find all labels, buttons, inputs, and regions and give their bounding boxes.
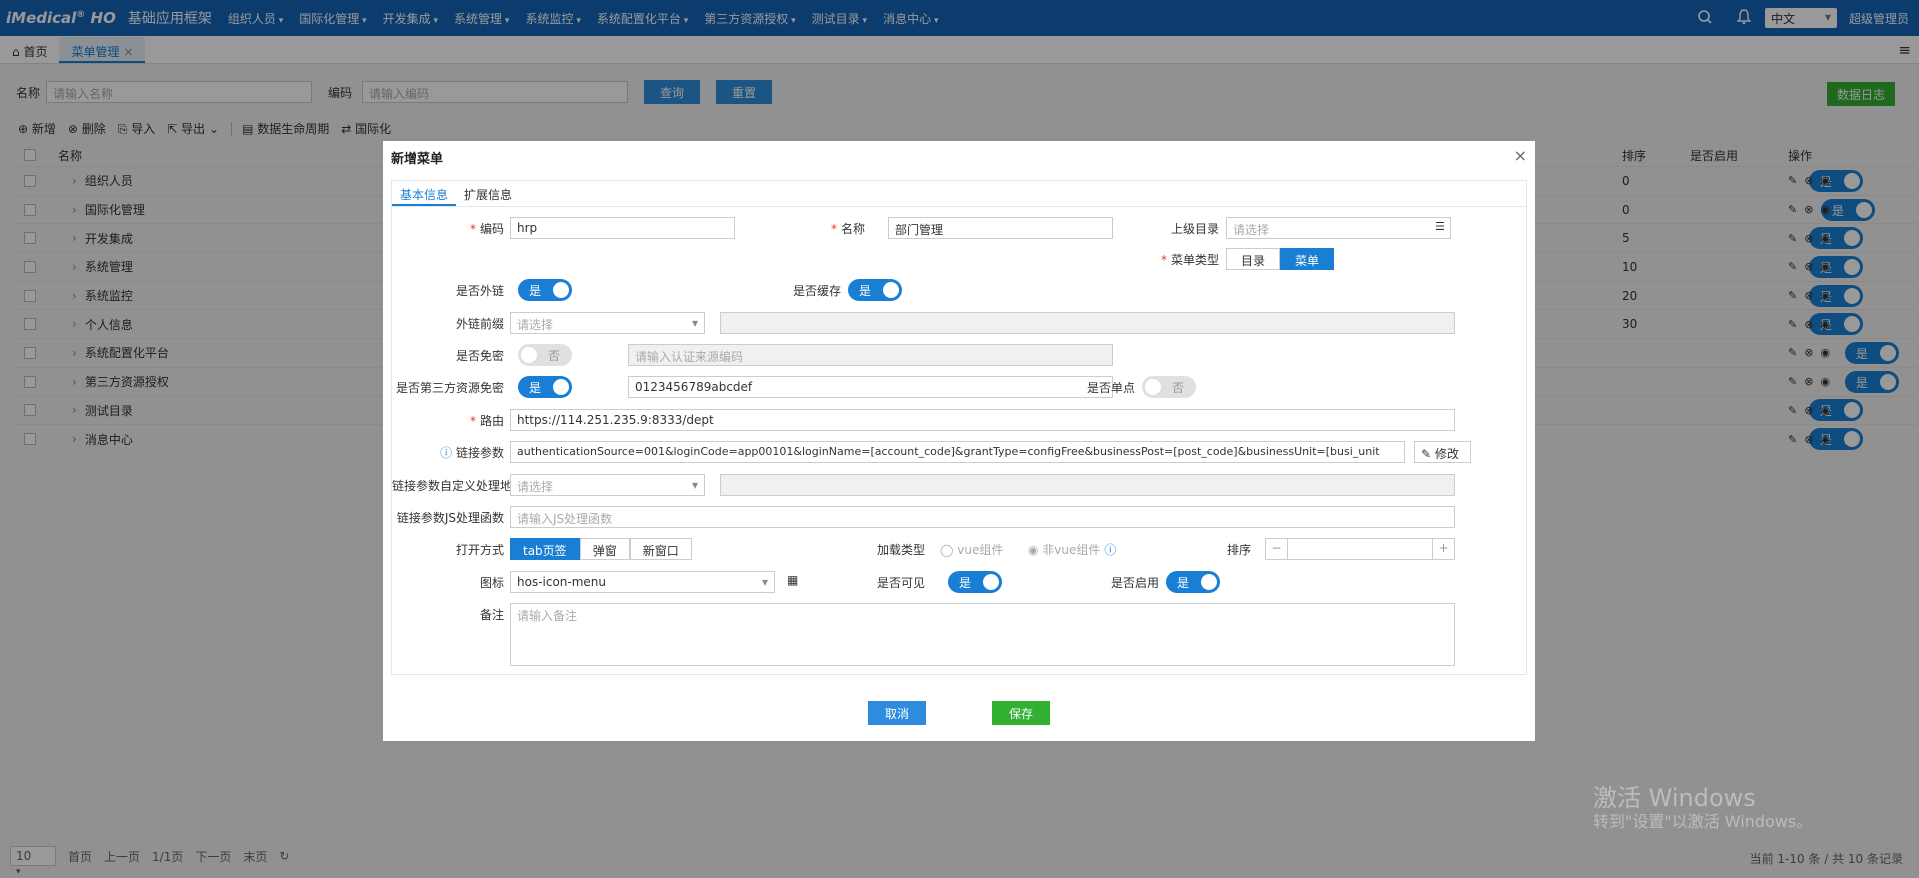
dialog-body: 基本信息 扩展信息 * 编码 hrp * 名称 部门管理 上级目录 请选择 ☰ * 菜…	[391, 180, 1527, 675]
dialog-footer: 取消 保存	[383, 701, 1535, 725]
menu-type-group: 目录 菜单	[1226, 248, 1335, 270]
enabled-toggle[interactable]: 是	[1166, 571, 1220, 593]
link-params-label: ⓘ 链接参数	[440, 446, 504, 460]
link-js-input[interactable]: 请输入JS处理函数	[510, 506, 1455, 528]
is-nologin-toggle[interactable]: 否	[518, 344, 572, 366]
icon-label: 图标	[479, 576, 504, 590]
open-mode-new-window[interactable]: 新窗口	[629, 538, 692, 560]
single-point-label: 是否单点	[1086, 381, 1135, 395]
sort-stepper[interactable]: − +	[1265, 538, 1455, 560]
tab-basic-info[interactable]: 基本信息	[392, 181, 457, 206]
remark-label: 备注	[479, 608, 504, 622]
code-label: * 编码	[469, 222, 504, 236]
menu-type-menu[interactable]: 菜单	[1280, 248, 1335, 270]
menu-type-directory[interactable]: 目录	[1226, 248, 1281, 270]
is-nologin-label: 是否免密	[455, 349, 504, 363]
parent-directory-select[interactable]: 请选择	[1226, 217, 1451, 239]
link-custom-select[interactable]: 请选择	[510, 474, 705, 496]
is-external-toggle[interactable]: 是	[518, 279, 572, 301]
third-party-toggle[interactable]: 是	[518, 376, 572, 398]
parent-label: 上级目录	[1170, 222, 1219, 236]
is-external-label: 是否外链	[455, 284, 504, 298]
minus-button[interactable]: −	[1266, 539, 1288, 559]
link-js-label: 链接参数JS处理函数	[396, 511, 504, 525]
tab-extended-info[interactable]: 扩展信息	[456, 181, 520, 206]
close-icon[interactable]: ×	[1514, 146, 1527, 165]
link-params-input[interactable]: authenticationSource=001&loginCode=app00…	[510, 441, 1405, 463]
remark-textarea[interactable]: 请输入备注	[510, 603, 1455, 666]
menu-type-label: * 菜单类型	[1160, 253, 1219, 267]
code-input[interactable]: hrp	[510, 217, 735, 239]
visible-label: 是否可见	[876, 576, 925, 590]
third-party-label: 是否第三方资源免密	[395, 381, 504, 395]
help-icon[interactable]: ⓘ	[440, 446, 452, 460]
route-label: * 路由	[469, 414, 504, 428]
is-cache-toggle[interactable]: 是	[848, 279, 902, 301]
tree-icon: ☰	[1435, 220, 1445, 233]
visible-toggle[interactable]: 是	[948, 571, 1002, 593]
open-mode-group: tab页签 弹窗 新窗口	[510, 538, 692, 560]
route-input[interactable]: https://114.251.235.9:8333/dept	[510, 409, 1455, 431]
add-menu-dialog: 新增菜单 × 基本信息 扩展信息 * 编码 hrp * 名称 部门管理 上级目录 请…	[383, 141, 1535, 741]
open-mode-label: 打开方式	[455, 543, 504, 557]
external-prefix-value	[720, 312, 1455, 334]
dialog-tabs: 基本信息 扩展信息	[392, 181, 1526, 207]
sort-label: 排序	[1226, 543, 1251, 557]
edit-link-params-button[interactable]: ✎ 修改	[1414, 441, 1471, 463]
is-cache-label: 是否缓存	[792, 284, 841, 298]
windows-watermark-hint: 转到"设置"以激活 Windows。	[1593, 812, 1813, 831]
enabled-label: 是否启用	[1110, 576, 1159, 590]
edit-icon: ✎	[1421, 447, 1432, 461]
name-label: * 名称	[830, 222, 865, 236]
auth-source-input[interactable]: 请输入认证来源编码	[628, 344, 1113, 366]
link-custom-value	[720, 474, 1455, 496]
single-point-toggle[interactable]: 否	[1142, 376, 1196, 398]
link-custom-label: 链接参数自定义处理地址	[392, 479, 525, 493]
save-button[interactable]: 保存	[992, 701, 1050, 725]
icon-select[interactable]: hos-icon-menu	[510, 571, 775, 593]
plus-button[interactable]: +	[1432, 539, 1454, 559]
external-prefix-select[interactable]: 请选择	[510, 312, 705, 334]
load-type-label: 加载类型	[876, 543, 925, 557]
dialog-title: 新增菜单	[391, 152, 444, 167]
load-type-vue[interactable]: ◯ vue组件	[940, 541, 1003, 558]
external-prefix-label: 外链前缀	[455, 317, 504, 331]
open-mode-tab[interactable]: tab页签	[510, 538, 580, 560]
open-mode-popup[interactable]: 弹窗	[579, 538, 630, 560]
cancel-button[interactable]: 取消	[868, 701, 926, 725]
